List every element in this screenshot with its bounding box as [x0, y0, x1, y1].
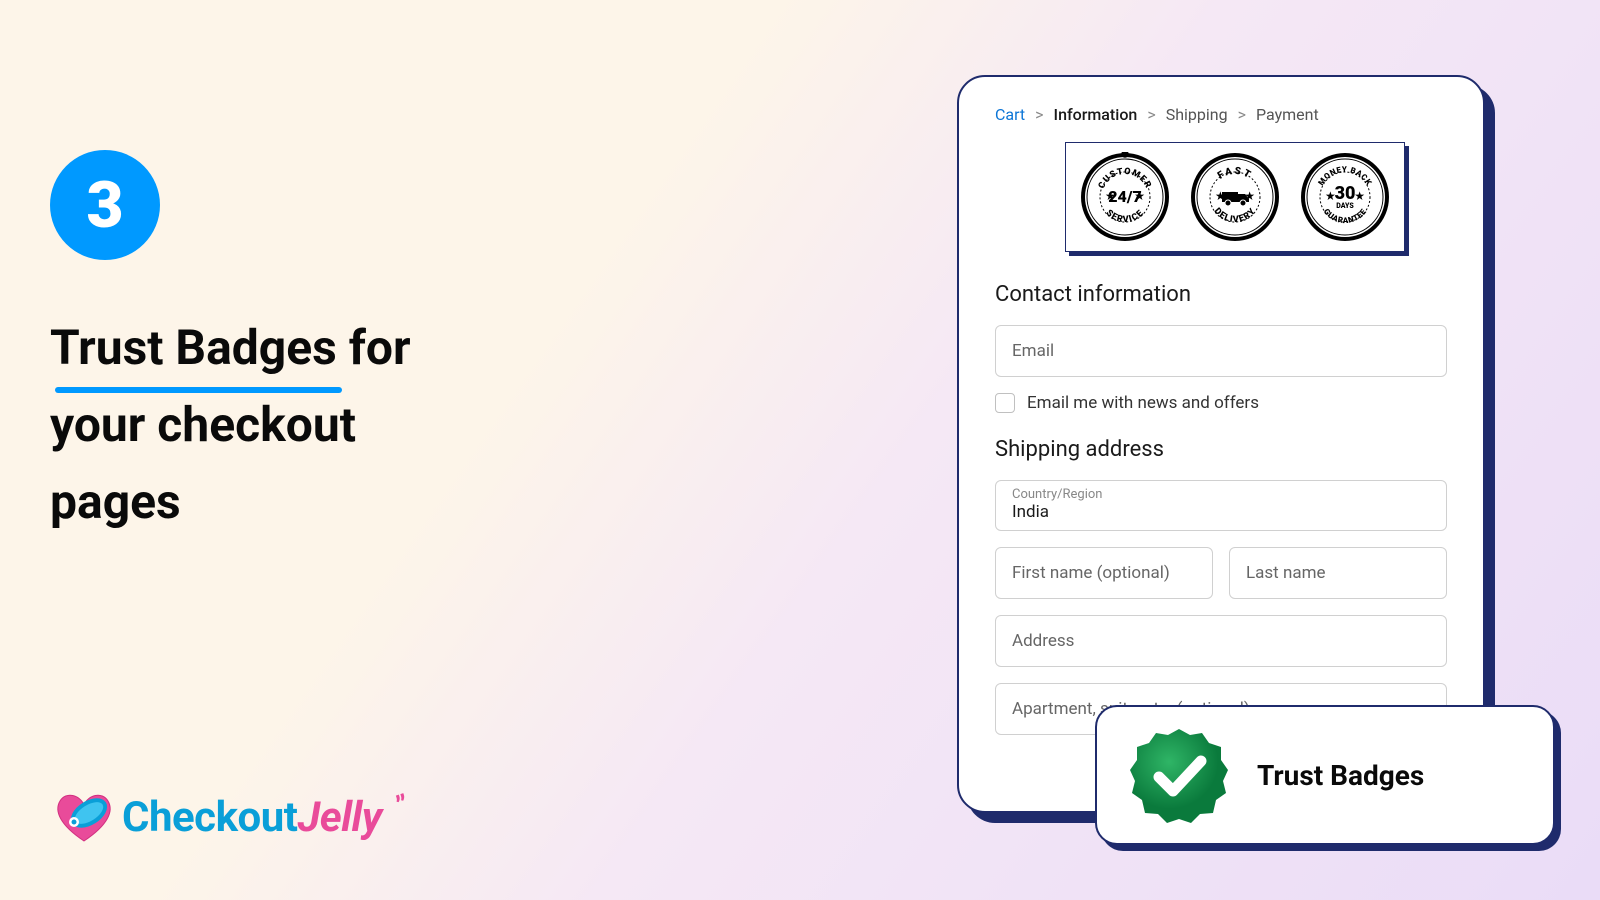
breadcrumb-information: Information [1054, 105, 1138, 124]
seal-customer-service: CUSTOMER SERVICE 24/7 ★ ★ [1080, 152, 1170, 242]
headline-underlined: Trust Badges [50, 310, 337, 387]
breadcrumb-shipping[interactable]: Shipping [1166, 105, 1228, 124]
seal-fast-delivery: FAST DELIVERY ★ ★ [1190, 152, 1280, 242]
shipping-section-title: Shipping address [995, 437, 1447, 462]
email-field[interactable]: Email [995, 325, 1447, 377]
headline: Trust Badges for your checkout pages [50, 310, 650, 540]
country-select[interactable]: Country/Region India [995, 480, 1447, 531]
country-label: Country/Region [1012, 487, 1430, 502]
svg-text:★: ★ [1215, 189, 1226, 203]
logo-part1: Checkout [122, 793, 297, 842]
breadcrumb-cart[interactable]: Cart [995, 105, 1025, 124]
svg-text:★: ★ [1134, 189, 1145, 203]
logo-accent-icon: ” [392, 788, 413, 823]
trust-badges-callout: Trust Badges [1095, 705, 1555, 845]
headline-rest: for [337, 319, 411, 376]
step-number-badge: 3 [50, 150, 160, 260]
contact-section-title: Contact information [995, 282, 1447, 307]
svg-text:★: ★ [1354, 189, 1365, 203]
svg-text:30: 30 [1335, 183, 1356, 204]
breadcrumb: Cart > Information > Shipping > Payment [995, 105, 1447, 124]
headline-line2: your checkout [50, 396, 356, 453]
logo-text: CheckoutJelly ” [122, 793, 382, 842]
svg-text:★: ★ [1244, 189, 1255, 203]
breadcrumb-payment[interactable]: Payment [1256, 105, 1319, 124]
seal-money-back: MONEY BACK GUARANTEE 30 DAYS ★ ★ [1300, 152, 1390, 242]
callout-label: Trust Badges [1257, 759, 1424, 792]
newsletter-label: Email me with news and offers [1027, 393, 1259, 413]
country-value: India [1012, 502, 1049, 522]
logo-part2: Jelly [297, 793, 381, 842]
heart-icon [50, 789, 118, 845]
svg-text:★: ★ [1325, 189, 1336, 203]
headline-line3: pages [50, 473, 181, 530]
newsletter-checkbox[interactable] [995, 393, 1015, 413]
first-name-field[interactable]: First name (optional) [995, 547, 1213, 599]
breadcrumb-sep: > [1035, 105, 1043, 124]
breadcrumb-sep: > [1147, 105, 1155, 124]
last-name-field[interactable]: Last name [1229, 547, 1447, 599]
svg-text:DAYS: DAYS [1336, 202, 1354, 210]
svg-text:★: ★ [1105, 189, 1116, 203]
brand-logo: CheckoutJelly ” [50, 789, 382, 845]
address-field[interactable]: Address [995, 615, 1447, 667]
trust-badges-row: CUSTOMER SERVICE 24/7 ★ ★ FAST DELIVERY [1065, 142, 1405, 252]
verified-icon [1129, 725, 1229, 825]
breadcrumb-sep: > [1238, 105, 1246, 124]
checkout-panel: Cart > Information > Shipping > Payment … [957, 75, 1485, 813]
